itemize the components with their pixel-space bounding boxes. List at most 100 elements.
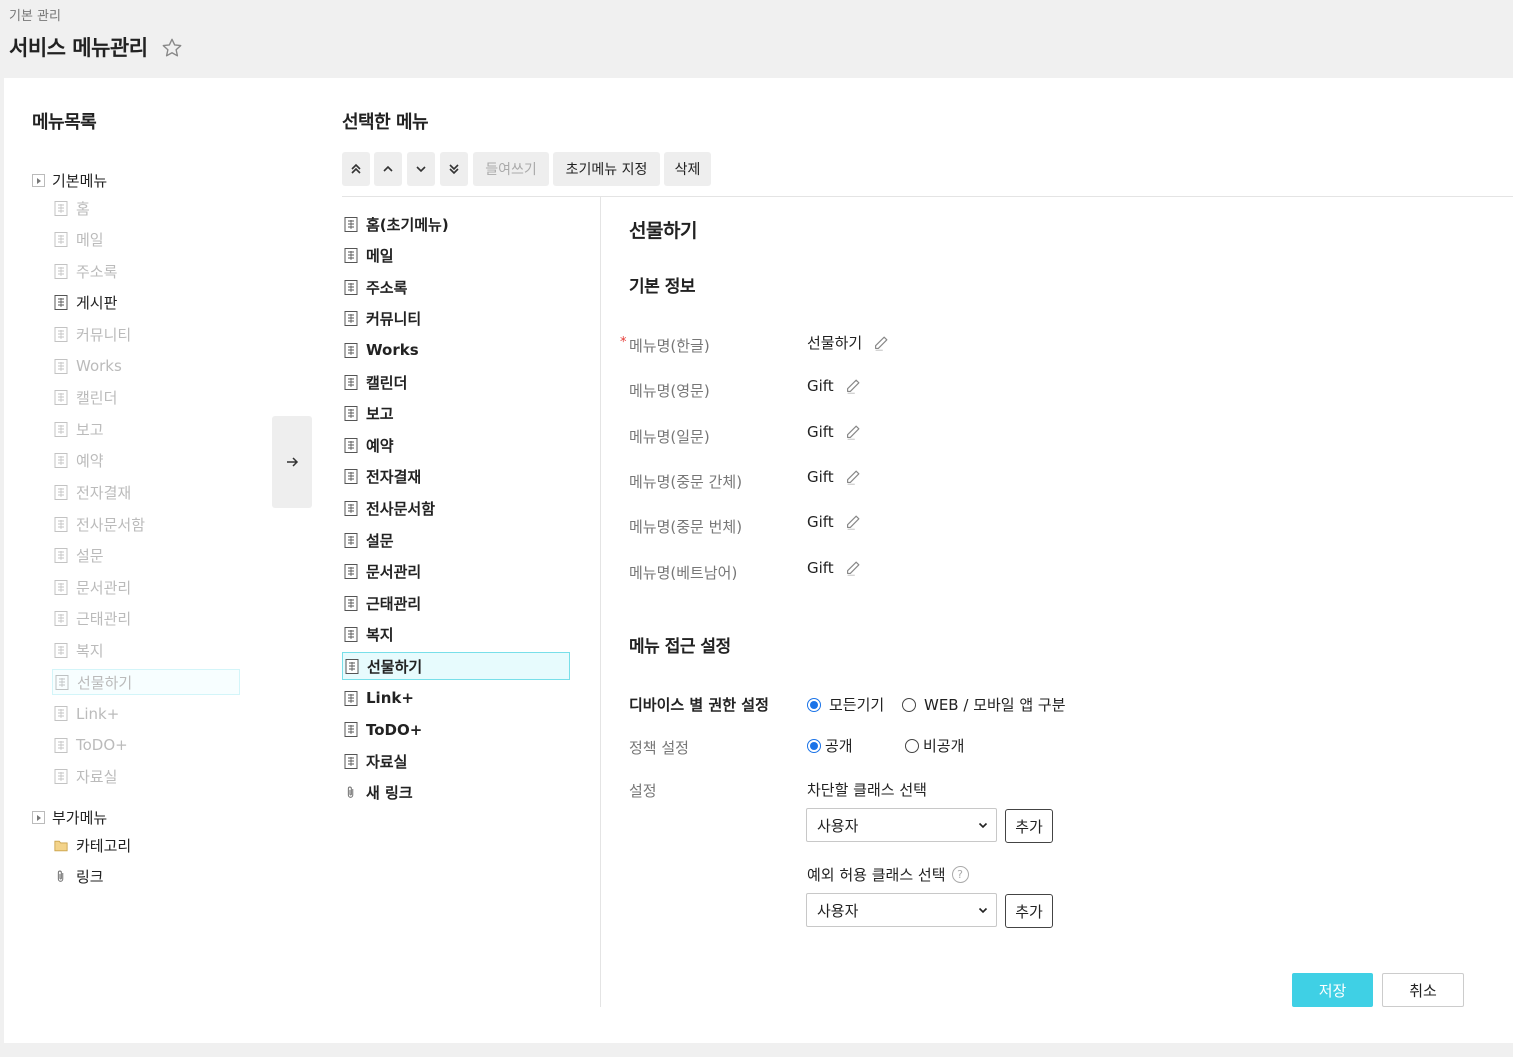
- selected-menu-item[interactable]: Works: [342, 336, 570, 364]
- document-icon: [54, 390, 68, 406]
- tree-item-label: 홈: [76, 199, 90, 218]
- breadcrumb: 기본 관리: [9, 9, 61, 24]
- exception-class-select[interactable]: 사용자: [806, 893, 997, 927]
- tree-item[interactable]: 주소록: [52, 258, 240, 284]
- save-button[interactable]: 저장: [1292, 973, 1373, 1007]
- set-initial-menu-button[interactable]: 초기메뉴 지정: [553, 152, 660, 186]
- tree-item[interactable]: 전사문서함: [52, 511, 240, 537]
- selected-menu-label: 선물하기: [367, 657, 423, 676]
- help-icon[interactable]: ?: [951, 866, 969, 883]
- selected-menu-item[interactable]: 전사문서함: [342, 494, 570, 522]
- document-icon: [54, 453, 68, 469]
- expand-icon[interactable]: [32, 811, 45, 824]
- document-icon: [54, 642, 68, 658]
- document-icon: [344, 279, 358, 295]
- tree-item[interactable]: Link+: [52, 701, 240, 727]
- block-class-label: 차단할 클래스 선택: [807, 781, 927, 799]
- tree-item[interactable]: 커뮤니티: [52, 321, 240, 347]
- delete-button[interactable]: 삭제: [664, 152, 711, 186]
- tree-group-extra[interactable]: 부가메뉴: [32, 807, 107, 828]
- move-top-button[interactable]: [342, 152, 370, 186]
- edit-pencil-icon[interactable]: [844, 513, 862, 531]
- tree-group-basic[interactable]: 기본메뉴: [32, 170, 107, 191]
- tree-item[interactable]: 근태관리: [52, 606, 240, 632]
- field-value-text: Gift: [807, 558, 834, 577]
- required-mark: *: [620, 335, 627, 350]
- select-value: 사용자: [817, 901, 859, 920]
- tree-item[interactable]: 게시판: [52, 290, 240, 316]
- selected-menu-item[interactable]: 문서관리: [342, 558, 570, 586]
- document-icon: [345, 658, 359, 674]
- selected-menu-item[interactable]: ToDO+: [342, 716, 570, 744]
- selected-menu-label: 보고: [366, 405, 394, 424]
- indent-button[interactable]: 들여쓰기: [473, 152, 549, 186]
- selected-menu-item[interactable]: 홈(초기메뉴): [342, 210, 570, 238]
- edit-pencil-icon[interactable]: [844, 468, 862, 486]
- exception-class-add-button[interactable]: 추가: [1005, 894, 1053, 928]
- selected-menu-item[interactable]: 주소록: [342, 273, 570, 301]
- policy-private-radio[interactable]: 비공개: [905, 735, 964, 756]
- tree-item[interactable]: 전자결재: [52, 479, 240, 505]
- selected-menu-item[interactable]: 전자결재: [342, 463, 570, 491]
- selected-menu-label: 예약: [366, 436, 394, 455]
- edit-pencil-icon[interactable]: [844, 423, 862, 441]
- tree-item-label: 복지: [76, 641, 104, 660]
- document-icon: [344, 722, 358, 738]
- selected-menu-item[interactable]: 예약: [342, 431, 570, 459]
- extra-item-link[interactable]: 링크: [52, 863, 240, 889]
- tree-item[interactable]: ToDO+: [52, 732, 240, 758]
- cancel-button[interactable]: 취소: [1382, 973, 1464, 1007]
- tree-item[interactable]: Works: [52, 353, 240, 379]
- star-icon[interactable]: [161, 37, 183, 59]
- block-class-select[interactable]: 사용자: [806, 808, 997, 842]
- move-up-button[interactable]: [374, 152, 402, 186]
- selected-menu-item[interactable]: 커뮤니티: [342, 305, 570, 333]
- paperclip-icon: [347, 786, 354, 799]
- field-value: Gift: [807, 377, 862, 395]
- tree-item[interactable]: 메일: [52, 227, 240, 253]
- tree-item[interactable]: 예약: [52, 448, 240, 474]
- tree-item[interactable]: 보고: [52, 416, 240, 442]
- field-label: 메뉴명(한글): [629, 337, 710, 355]
- move-bottom-button[interactable]: [440, 152, 468, 186]
- tree-item[interactable]: 선물하기: [52, 669, 240, 695]
- document-icon: [54, 232, 68, 248]
- tree-item[interactable]: 자료실: [52, 764, 240, 790]
- tree-item[interactable]: 홈: [52, 195, 240, 221]
- expand-icon[interactable]: [32, 174, 45, 187]
- device-split-radio[interactable]: WEB / 모바일 앱 구분: [902, 694, 1066, 715]
- extra-item-category[interactable]: 카테고리: [52, 832, 240, 858]
- document-icon: [54, 295, 68, 311]
- selected-menu-item[interactable]: 근태관리: [342, 589, 570, 617]
- selected-menu-label: 새 링크: [366, 784, 413, 803]
- selected-menu-item[interactable]: 자료실: [342, 747, 570, 775]
- selected-menu-item[interactable]: 복지: [342, 621, 570, 649]
- document-icon: [344, 216, 358, 232]
- selected-menu-item[interactable]: 설문: [342, 526, 570, 554]
- add-to-selected-button[interactable]: [272, 416, 312, 508]
- tree-item[interactable]: 설문: [52, 543, 240, 569]
- field-value-text: Gift: [807, 513, 834, 532]
- edit-pencil-icon[interactable]: [844, 559, 862, 577]
- divider: [600, 197, 601, 1007]
- tree-item-label: Link+: [76, 704, 120, 723]
- selected-menu-label: 전자결재: [366, 468, 422, 487]
- selected-menu-label: 복지: [366, 626, 394, 645]
- document-icon: [55, 674, 69, 690]
- tree-item[interactable]: 캘린더: [52, 385, 240, 411]
- move-down-button[interactable]: [407, 152, 435, 186]
- tree-item[interactable]: 문서관리: [52, 574, 240, 600]
- selected-menu-item[interactable]: 선물하기: [342, 652, 570, 681]
- selected-menu-item[interactable]: 보고: [342, 400, 570, 428]
- edit-pencil-icon[interactable]: [844, 377, 862, 395]
- tree-item[interactable]: 복지: [52, 637, 240, 663]
- block-class-add-button[interactable]: 추가: [1005, 809, 1053, 843]
- selected-menu-item[interactable]: 캘린더: [342, 368, 570, 396]
- selected-menu-item[interactable]: 메일: [342, 242, 570, 270]
- device-all-radio[interactable]: 모든기기: [807, 694, 884, 715]
- selected-menu-item[interactable]: 새 링크: [342, 779, 570, 807]
- selected-menu-item[interactable]: Link+: [342, 684, 570, 712]
- field-value: Gift: [807, 468, 862, 486]
- edit-pencil-icon[interactable]: [872, 334, 890, 352]
- policy-public-radio[interactable]: 공개: [807, 735, 853, 756]
